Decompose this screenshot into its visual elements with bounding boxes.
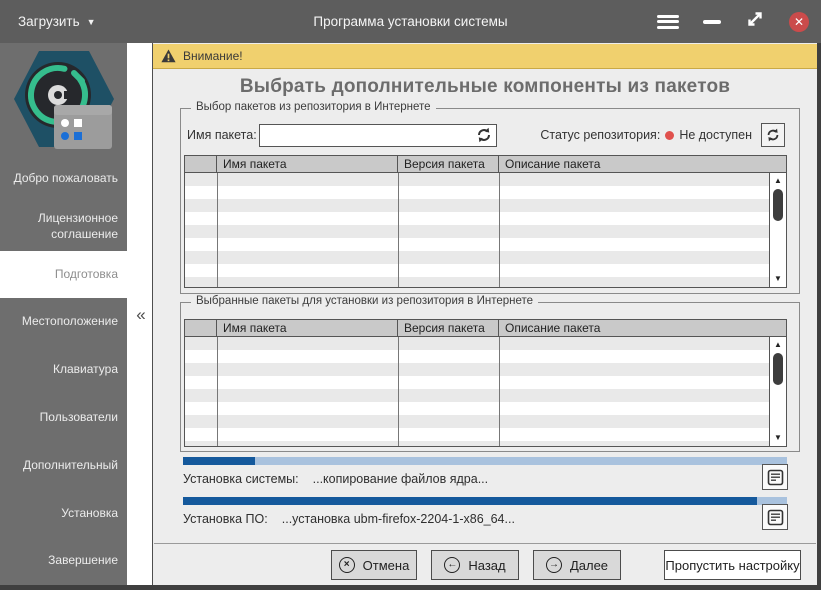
maximize-button[interactable] [745,9,765,34]
cancel-label: Отмена [362,557,410,573]
close-icon: ✕ [793,14,805,29]
page-title: Выбрать дополнительные компоненты из пак… [239,76,731,97]
vertical-scrollbar[interactable]: ▲ ▼ [769,173,786,287]
column-package-version[interactable]: Версия пакета [398,320,499,336]
sidebar-item-install[interactable]: Установка [0,489,127,537]
column-package-description[interactable]: Описание пакета [499,320,786,336]
table-header: Имя пакета Версия пакета Описание пакета [185,156,786,173]
skip-settings-button[interactable]: Пропустить настройку [664,550,801,580]
refresh-icon [767,128,779,142]
sidebar-item-users[interactable]: Пользователи [0,394,127,442]
selected-group-legend: Выбранные пакеты для установки из репози… [191,295,539,307]
cancel-button[interactable]: × Отмена [331,550,417,580]
scroll-down-icon[interactable]: ▼ [770,432,786,444]
scrollbar-thumb[interactable] [773,189,783,221]
cancel-icon: × [338,557,355,573]
footer-divider [154,543,816,544]
system-install-label: Установка системы: [183,472,299,486]
repo-refresh-button[interactable] [761,123,785,147]
menu-icon[interactable] [657,14,679,29]
log-icon [767,469,783,485]
minimize-button[interactable] [703,19,721,24]
titlebar-controls: ✕ [657,0,809,43]
available-packages-table[interactable]: Имя пакета Версия пакета Описание пакета… [184,155,787,288]
sidebar-item-additional[interactable]: Дополнительный [0,442,127,490]
table-header: Имя пакета Версия пакета Описание пакета [185,320,786,337]
collapse-sidebar-icon[interactable]: « [131,303,151,327]
repo-status-value: Не доступен [679,128,752,142]
titlebar: Загрузить ▼ Программа установки системы … [0,0,821,43]
expand-icon [748,12,762,26]
refresh-icon[interactable] [475,126,493,144]
sidebar-item-welcome[interactable]: Добро пожаловать [0,155,127,203]
software-install-progressbar [183,497,787,505]
main-content: Внимание! Выбрать дополнительные компоне… [152,43,817,585]
sidebar-item-finish[interactable]: Завершение [0,537,127,585]
column-package-description[interactable]: Описание пакета [499,156,786,172]
system-install-status-row: Установка системы: ...копирование файлов… [183,466,753,492]
package-name-input[interactable] [258,123,497,147]
back-label: Назад [468,557,506,573]
software-install-log-button[interactable] [762,504,788,530]
warning-text: Внимание! [183,49,243,63]
installer-logo [8,45,120,155]
system-install-log-button[interactable] [762,464,788,490]
installer-window: Загрузить ▼ Программа установки системы … [0,0,821,590]
next-label: Далее [569,557,609,573]
system-install-progressbar [183,457,787,465]
selected-packages-table[interactable]: Имя пакета Версия пакета Описание пакета… [184,319,787,447]
package-name-label: Имя пакета: [187,128,257,142]
back-button[interactable]: ← Назад [431,550,519,580]
next-arrow-icon: → [545,557,562,573]
next-button[interactable]: → Далее [533,550,621,580]
package-search-row: Имя пакета: Статус репозитория: Не досту… [187,123,785,147]
system-install-status: ...копирование файлов ядра... [312,472,489,486]
scroll-down-icon[interactable]: ▼ [770,273,786,285]
close-button[interactable]: ✕ [789,11,809,32]
scrollbar-thumb[interactable] [773,353,783,385]
sidebar-item-location[interactable]: Местоположение [0,298,127,346]
scroll-up-icon[interactable]: ▲ [770,175,786,187]
log-icon [767,509,783,525]
vertical-scrollbar[interactable]: ▲ ▼ [769,337,786,446]
column-select [185,320,217,336]
sidebar-item-preparation[interactable]: Подготовка [0,250,127,299]
warning-banner: Внимание! [153,44,817,69]
repo-status-label: Статус репозитория: [540,128,661,142]
repo-packages-group: Выбор пакетов из репозитория в Интернете… [180,101,800,294]
status-dot-icon [665,130,675,140]
software-install-status-row: Установка ПО: ...установка ubm-firefox-2… [183,506,753,532]
table-body[interactable]: ▲ ▼ [185,337,786,446]
sidebar: Добро пожаловать Лицензионное соглашение… [0,43,127,585]
column-package-name[interactable]: Имя пакета [217,320,398,336]
sidebar-nav: Добро пожаловать Лицензионное соглашение… [0,155,127,585]
software-install-label: Установка ПО: [183,512,268,526]
repo-status: Статус репозитория: Не доступен [540,123,785,147]
column-select [185,156,217,172]
table-body[interactable]: ▲ ▼ [185,173,786,287]
column-package-version[interactable]: Версия пакета [398,156,499,172]
selected-packages-group: Выбранные пакеты для установки из репози… [180,295,800,452]
repo-group-legend: Выбор пакетов из репозитория в Интернете [191,101,436,113]
sidebar-item-keyboard[interactable]: Клавиатура [0,346,127,394]
back-arrow-icon: ← [444,557,461,573]
column-package-name[interactable]: Имя пакета [217,156,398,172]
skip-label: Пропустить настройку [665,557,800,573]
sidebar-item-license[interactable]: Лицензионное соглашение [0,203,127,251]
software-install-status: ...установка ubm-firefox-2204-1-x86_64..… [281,512,515,526]
scroll-up-icon[interactable]: ▲ [770,339,786,351]
warning-icon [161,49,176,63]
